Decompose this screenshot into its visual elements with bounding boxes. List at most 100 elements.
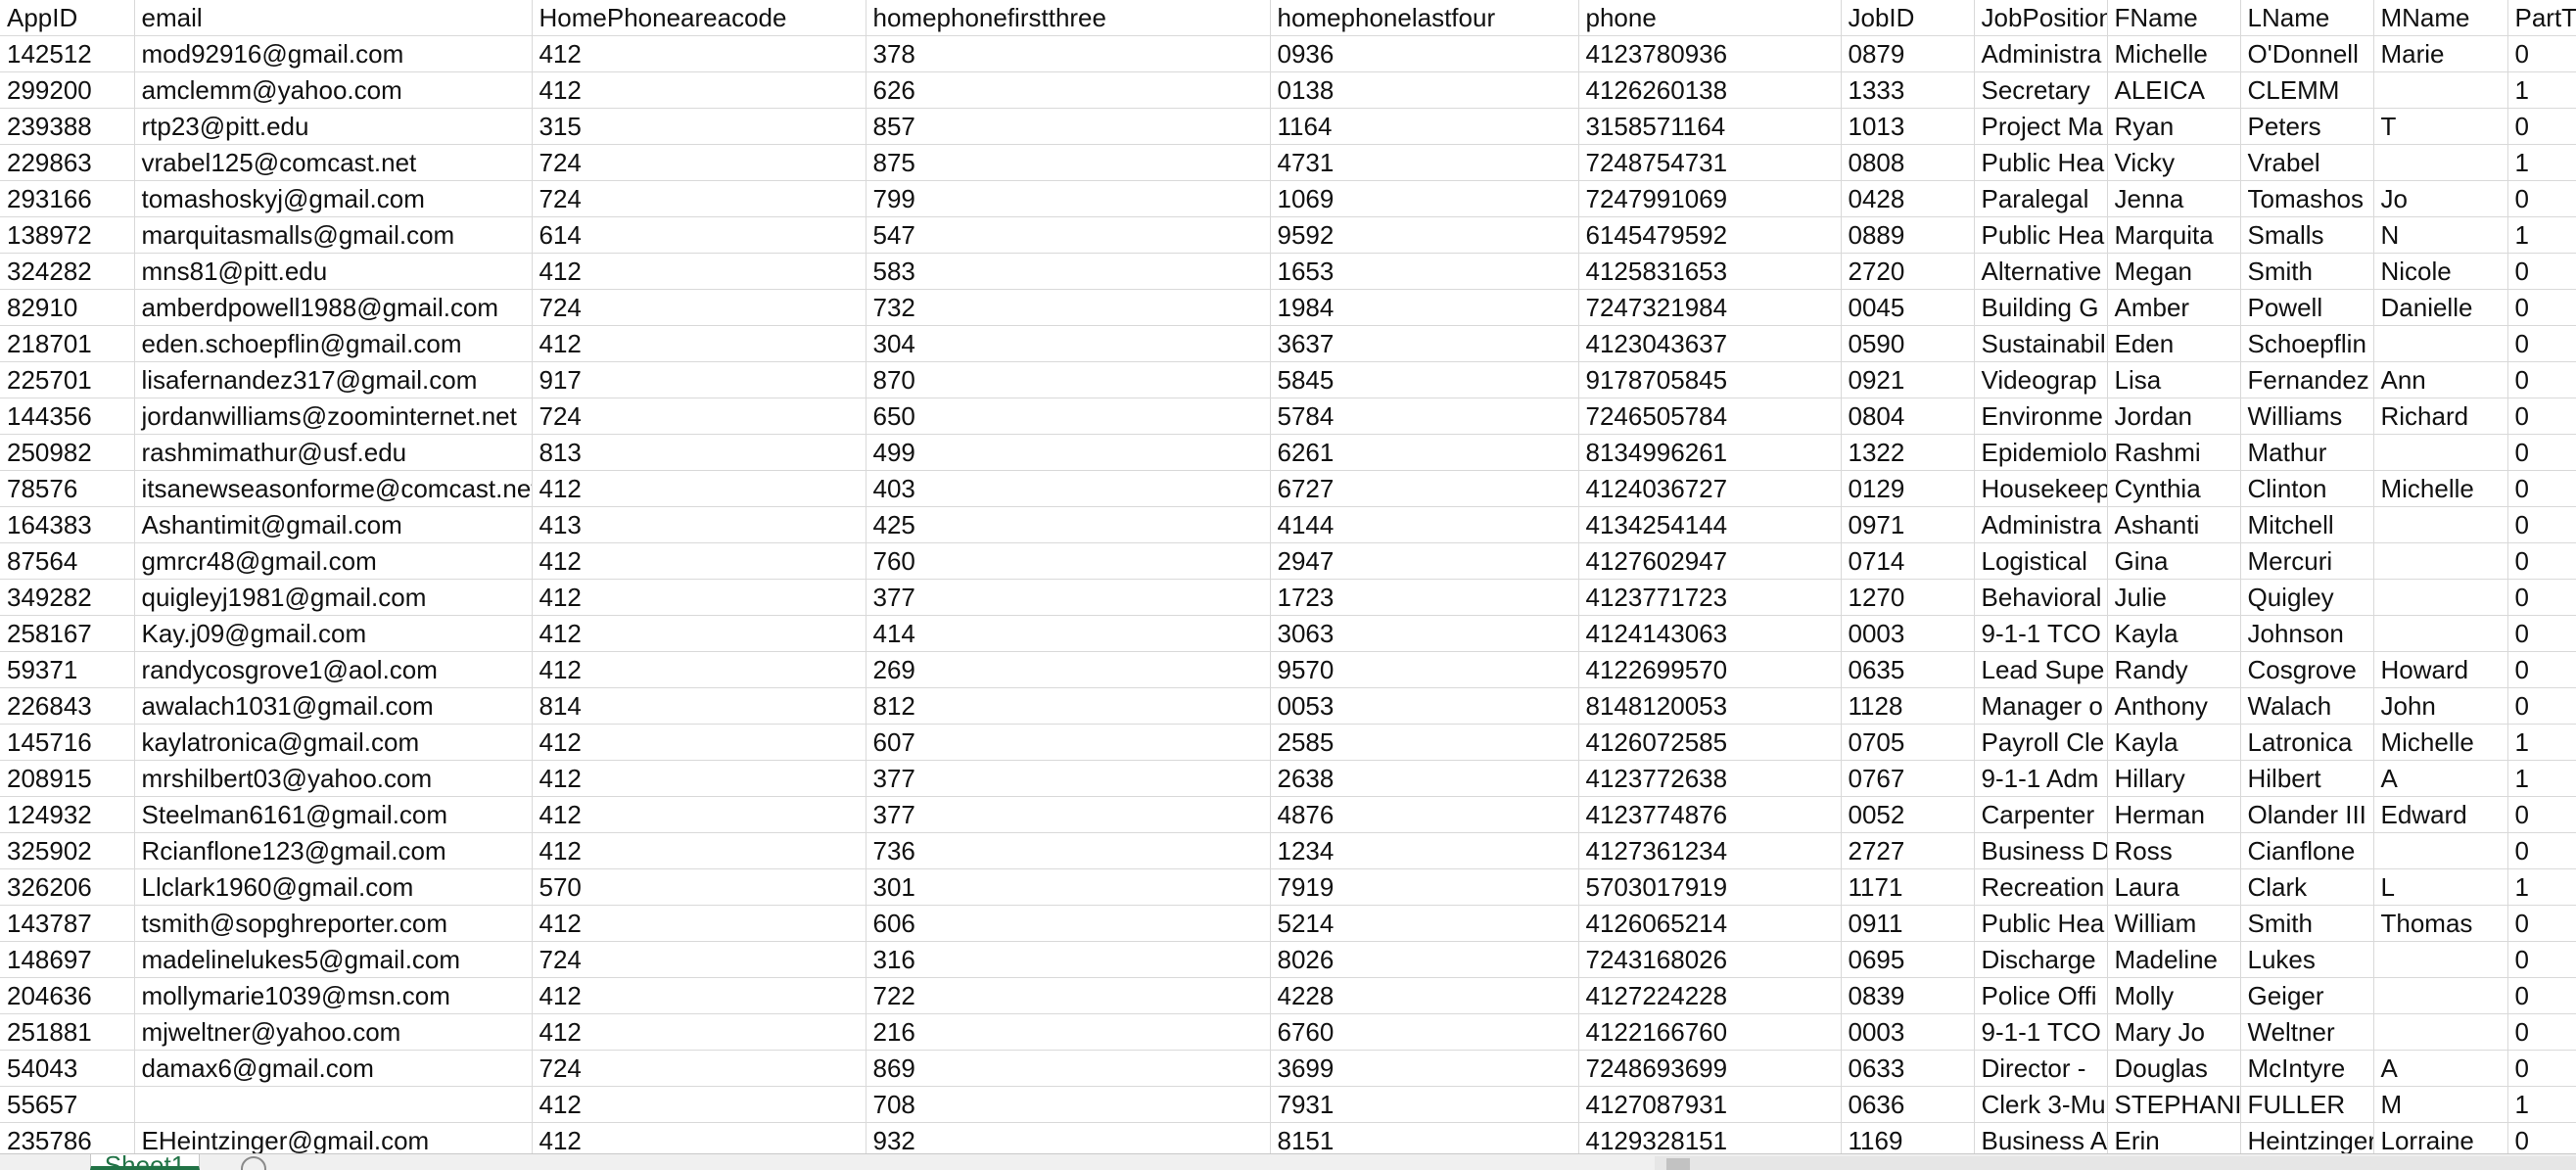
table-cell[interactable]: 412	[532, 905, 866, 942]
table-cell[interactable]: 0	[2507, 1050, 2576, 1087]
table-cell[interactable]: 59371	[0, 651, 135, 688]
table-cell[interactable]: Kayla	[2107, 615, 2241, 652]
table-cell[interactable]: amclemm@yahoo.com	[134, 71, 533, 109]
table-cell[interactable]: 164383	[0, 506, 135, 543]
table-cell[interactable]: 1164	[1270, 108, 1579, 145]
table-cell[interactable]: Housekeep	[1974, 470, 2108, 507]
table-cell[interactable]: 208915	[0, 760, 135, 797]
table-cell[interactable]: 0	[2507, 289, 2576, 326]
table-cell[interactable]: 0921	[1841, 361, 1975, 398]
table-cell[interactable]: Latronica	[2240, 724, 2374, 761]
table-cell[interactable]: 0	[2507, 941, 2576, 978]
table-cell[interactable]: 412	[532, 1122, 866, 1153]
table-cell[interactable]: 5703017919	[1578, 868, 1842, 906]
table-cell[interactable]: 316	[866, 941, 1271, 978]
table-cell[interactable]: Project Ma	[1974, 108, 2108, 145]
table-cell[interactable]: 239388	[0, 108, 135, 145]
table-cell[interactable]: 0	[2507, 542, 2576, 580]
table-cell[interactable]: mod92916@gmail.com	[134, 35, 533, 72]
table-cell[interactable]: 7247321984	[1578, 289, 1842, 326]
table-cell[interactable]: Recreation	[1974, 868, 2108, 906]
table-cell[interactable]: 412	[532, 542, 866, 580]
table-cell[interactable]: Marquita	[2107, 216, 2241, 254]
table-cell[interactable]: 583	[866, 253, 1271, 290]
table-cell[interactable]: 4127224228	[1578, 977, 1842, 1014]
table-cell[interactable]: Clerk 3-Mu	[1974, 1086, 2108, 1123]
table-cell[interactable]: 857	[866, 108, 1271, 145]
table-cell[interactable]: 9-1-1 TCO	[1974, 615, 2108, 652]
column-header-cell[interactable]: phone	[1578, 0, 1842, 36]
table-cell[interactable]: 7246505784	[1578, 398, 1842, 435]
table-cell[interactable]	[2373, 542, 2508, 580]
table-cell[interactable]: 0	[2507, 506, 2576, 543]
table-cell[interactable]: Building G	[1974, 289, 2108, 326]
table-cell[interactable]: Epidemiolo	[1974, 434, 2108, 471]
table-cell[interactable]: Lead Supe	[1974, 651, 2108, 688]
table-cell[interactable]: Johnson	[2240, 615, 2374, 652]
column-header-cell[interactable]: HomePhoneareacode	[532, 0, 866, 36]
table-cell[interactable]: tomashoskyj@gmail.com	[134, 180, 533, 217]
table-cell[interactable]: 4126065214	[1578, 905, 1842, 942]
table-cell[interactable]: 225701	[0, 361, 135, 398]
table-cell[interactable]: mrshilbert03@yahoo.com	[134, 760, 533, 797]
table-cell[interactable]: madelinelukes5@gmail.com	[134, 941, 533, 978]
table-cell[interactable]: 724	[532, 1050, 866, 1087]
table-cell[interactable]: 9570	[1270, 651, 1579, 688]
table-cell[interactable]: 0804	[1841, 398, 1975, 435]
table-cell[interactable]: Herman	[2107, 796, 2241, 833]
table-cell[interactable]: 1	[2507, 71, 2576, 109]
table-cell[interactable]: 412	[532, 1013, 866, 1051]
table-cell[interactable]: 226843	[0, 687, 135, 725]
table-cell[interactable]: Peters	[2240, 108, 2374, 145]
table-cell[interactable]: 3158571164	[1578, 108, 1842, 145]
table-cell[interactable]: Anthony	[2107, 687, 2241, 725]
table-cell[interactable]: 9-1-1 Adm	[1974, 760, 2108, 797]
table-cell[interactable]: 6760	[1270, 1013, 1579, 1051]
table-cell[interactable]: Jordan	[2107, 398, 2241, 435]
table-cell[interactable]: 1	[2507, 216, 2576, 254]
table-cell[interactable]: 814	[532, 687, 866, 725]
column-header-cell[interactable]: AppID	[0, 0, 135, 36]
table-cell[interactable]: Videograp	[1974, 361, 2108, 398]
column-header-cell[interactable]: MName	[2373, 0, 2508, 36]
table-cell[interactable]: Behavioral	[1974, 579, 2108, 616]
table-cell[interactable]: EHeintzinger@gmail.com	[134, 1122, 533, 1153]
table-cell[interactable]: 412	[532, 325, 866, 362]
table-cell[interactable]: 0695	[1841, 941, 1975, 978]
table-cell[interactable]: mjweltner@yahoo.com	[134, 1013, 533, 1051]
table-cell[interactable]: 1013	[1841, 108, 1975, 145]
table-cell[interactable]: 412	[532, 651, 866, 688]
table-cell[interactable]: 870	[866, 361, 1271, 398]
table-cell[interactable]	[2373, 144, 2508, 181]
table-cell[interactable]: 9178705845	[1578, 361, 1842, 398]
table-cell[interactable]: 54043	[0, 1050, 135, 1087]
table-cell[interactable]: 0879	[1841, 35, 1975, 72]
table-cell[interactable]: Business D	[1974, 832, 2108, 869]
table-cell[interactable]: 1984	[1270, 289, 1579, 326]
table-cell[interactable]: 724	[532, 144, 866, 181]
table-cell[interactable]: 760	[866, 542, 1271, 580]
table-cell[interactable]: 145716	[0, 724, 135, 761]
table-cell[interactable]: 87564	[0, 542, 135, 580]
table-cell[interactable]: Cianflone	[2240, 832, 2374, 869]
table-cell[interactable]: 8134996261	[1578, 434, 1842, 471]
table-cell[interactable]: 0	[2507, 1013, 2576, 1051]
table-cell[interactable]: Olander III	[2240, 796, 2374, 833]
table-cell[interactable]: 2947	[1270, 542, 1579, 580]
table-cell[interactable]: Williams	[2240, 398, 2374, 435]
table-cell[interactable]: 0	[2507, 253, 2576, 290]
table-cell[interactable]: 269	[866, 651, 1271, 688]
table-cell[interactable]: Powell	[2240, 289, 2374, 326]
table-cell[interactable]: ALEICA	[2107, 71, 2241, 109]
table-cell[interactable]: Erin	[2107, 1122, 2241, 1153]
table-cell[interactable]: Environme	[1974, 398, 2108, 435]
table-cell[interactable]: awalach1031@gmail.com	[134, 687, 533, 725]
table-cell[interactable]: Thomas	[2373, 905, 2508, 942]
table-cell[interactable]	[2373, 579, 2508, 616]
table-cell[interactable]: Sustainabil	[1974, 325, 2108, 362]
table-cell[interactable]: 412	[532, 35, 866, 72]
table-cell[interactable]: 78576	[0, 470, 135, 507]
table-cell[interactable]: Alternative	[1974, 253, 2108, 290]
table-cell[interactable]: Lorraine	[2373, 1122, 2508, 1153]
column-header-cell[interactable]: homephonefirstthree	[866, 0, 1271, 36]
